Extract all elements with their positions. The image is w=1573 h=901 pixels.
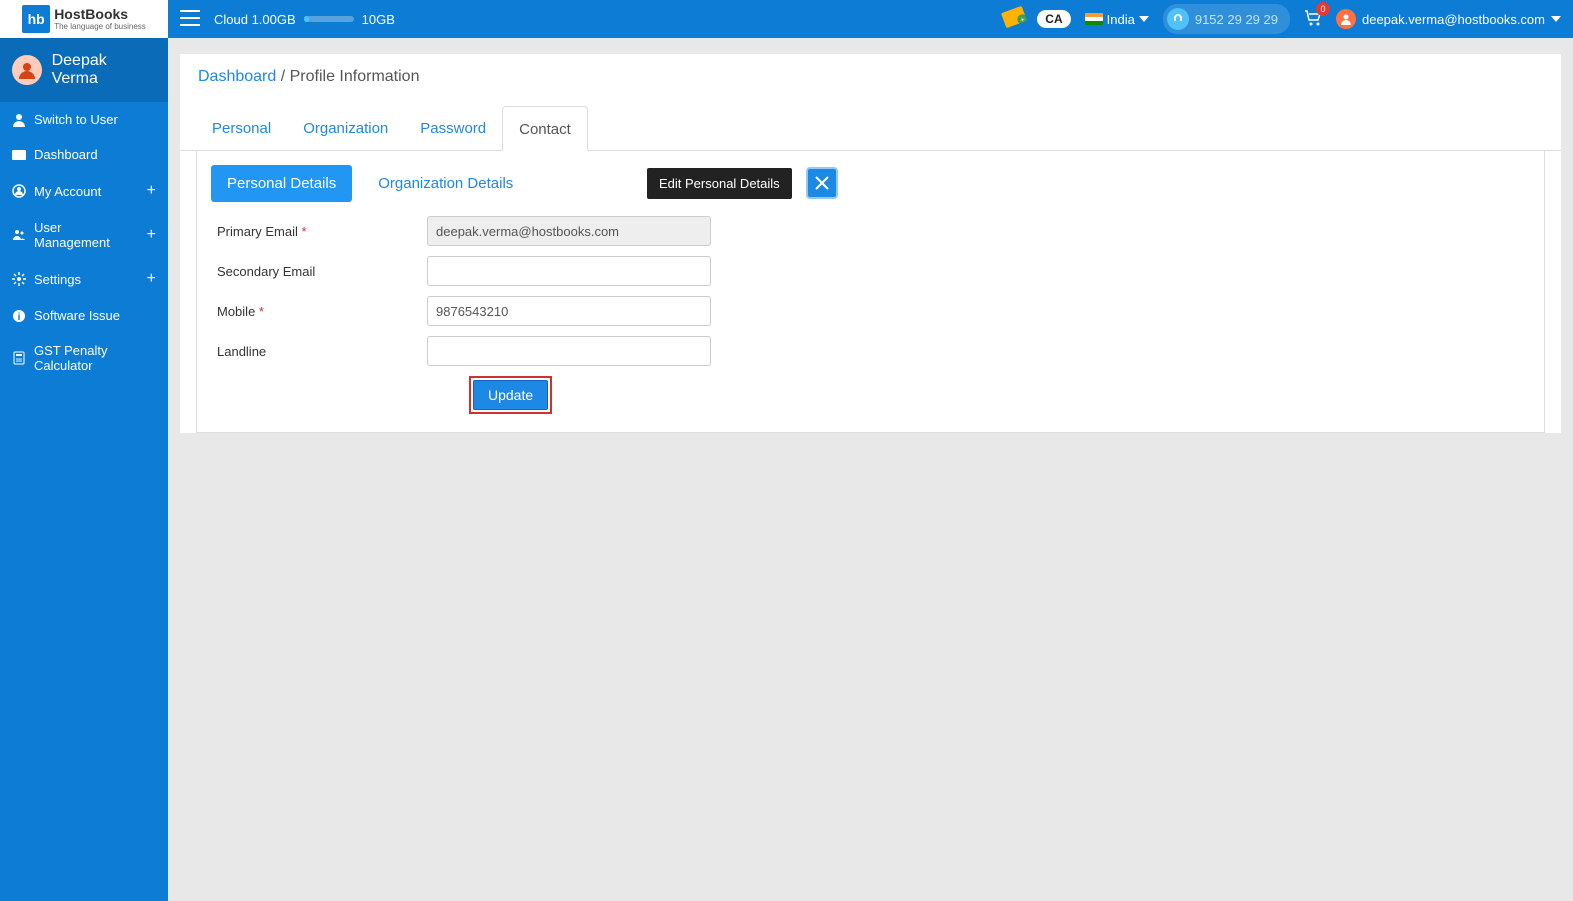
tab-password[interactable]: Password — [404, 106, 502, 150]
logo-mark: hb — [22, 5, 50, 33]
chevron-down-icon — [1139, 16, 1149, 22]
usage-bar — [304, 16, 354, 22]
input-secondary-email[interactable] — [427, 256, 711, 286]
cloud-max-label: 10GB — [362, 12, 395, 27]
logo-tagline: The language of business — [54, 22, 146, 31]
profile-card: Personal Organization Password Contact P… — [180, 100, 1561, 433]
row-secondary-email: Secondary Email — [211, 256, 1530, 286]
update-highlight: Update — [469, 376, 552, 414]
sidebar-item-label: User Management — [34, 220, 139, 250]
country-label: India — [1107, 12, 1135, 27]
ticket-icon[interactable]: + — [1003, 9, 1023, 29]
sidebar-item-label: Settings — [34, 272, 81, 287]
close-edit-button[interactable] — [806, 167, 838, 199]
breadcrumb-sep: / — [276, 68, 289, 85]
label-primary-email: Primary Email * — [217, 224, 427, 239]
user-icon — [12, 113, 26, 127]
breadcrumb: Dashboard / Profile Information — [180, 54, 1561, 100]
ca-badge[interactable]: CA — [1037, 10, 1070, 28]
sidebar-item-label: GST Penalty Calculator — [34, 343, 156, 373]
expand-icon: + — [147, 270, 156, 288]
logo-name: HostBooks — [54, 6, 128, 22]
account-icon — [12, 184, 26, 198]
sidebar-item-label: Switch to User — [34, 112, 118, 127]
avatar-icon — [12, 55, 42, 85]
brand-logo[interactable]: hb HostBooks The language of business — [0, 0, 168, 38]
avatar-icon — [1336, 9, 1356, 29]
label-landline: Landline — [217, 344, 427, 359]
country-selector[interactable]: India — [1085, 12, 1149, 27]
sidebar-item-label: Software Issue — [34, 308, 120, 323]
sidebar-item-switch-user[interactable]: Switch to User — [0, 102, 168, 137]
input-mobile[interactable] — [427, 296, 711, 326]
sidebar-user-name: Deepak Verma — [52, 52, 156, 88]
expand-icon: + — [147, 182, 156, 200]
flag-icon — [1085, 13, 1103, 25]
main-content: Dashboard / Profile Information Personal… — [168, 38, 1573, 901]
tab-contact[interactable]: Contact — [502, 106, 588, 151]
sidebar-item-my-account[interactable]: My Account + — [0, 172, 168, 210]
cart-button[interactable]: 0 — [1304, 10, 1322, 29]
tooltip-edit-personal: Edit Personal Details — [647, 168, 792, 199]
user-email-label: deepak.verma@hostbooks.com — [1362, 12, 1545, 27]
subtab-personal-details[interactable]: Personal Details — [211, 165, 352, 202]
sidebar-item-user-management[interactable]: User Management + — [0, 210, 168, 260]
sidebar-item-settings[interactable]: Settings + — [0, 260, 168, 298]
headset-icon — [1167, 8, 1189, 30]
dashboard-icon — [12, 148, 26, 162]
sidebar-item-software-issue[interactable]: i Software Issue — [0, 298, 168, 333]
contact-panel: Personal Details Organization Details Ed… — [196, 151, 1545, 433]
info-icon: i — [12, 309, 26, 323]
breadcrumb-root-link[interactable]: Dashboard — [198, 68, 276, 85]
sidebar-item-dashboard[interactable]: Dashboard — [0, 137, 168, 172]
row-mobile: Mobile * — [211, 296, 1530, 326]
sidebar-item-label: My Account — [34, 184, 101, 199]
close-icon — [814, 175, 830, 191]
sidebar-item-gst-calculator[interactable]: GST Penalty Calculator — [0, 333, 168, 383]
cart-count-badge: 0 — [1316, 2, 1330, 16]
input-landline[interactable] — [427, 336, 711, 366]
label-secondary-email: Secondary Email — [217, 264, 427, 279]
input-primary-email — [427, 216, 711, 246]
sidebar-item-label: Dashboard — [34, 147, 98, 162]
gear-icon — [12, 272, 26, 286]
update-button[interactable]: Update — [473, 380, 548, 410]
row-primary-email: Primary Email * — [211, 216, 1530, 246]
chevron-down-icon — [1551, 16, 1561, 22]
cloud-used-label: Cloud 1.00GB — [214, 12, 296, 27]
sidebar: Deepak Verma Switch to User Dashboard My… — [0, 38, 168, 901]
expand-icon: + — [147, 226, 156, 244]
edit-tooltip-group: Edit Personal Details — [647, 167, 838, 199]
profile-tabs: Personal Organization Password Contact — [180, 100, 1561, 151]
breadcrumb-current: Profile Information — [290, 68, 420, 85]
subtab-organization-details[interactable]: Organization Details — [362, 165, 529, 202]
users-icon — [12, 228, 26, 242]
svg-text:i: i — [18, 312, 21, 323]
user-menu[interactable]: deepak.verma@hostbooks.com — [1336, 9, 1561, 29]
top-header: hb HostBooks The language of business Cl… — [0, 0, 1573, 38]
support-number: 9152 29 29 29 — [1195, 12, 1278, 27]
label-mobile: Mobile * — [217, 304, 427, 319]
contact-subtabs: Personal Details Organization Details Ed… — [211, 165, 1530, 202]
cloud-usage: Cloud 1.00GB 10GB — [214, 12, 395, 27]
calculator-icon — [12, 351, 26, 365]
sidebar-user[interactable]: Deepak Verma — [0, 38, 168, 102]
tab-organization[interactable]: Organization — [287, 106, 404, 150]
support-phone[interactable]: 9152 29 29 29 — [1163, 4, 1290, 34]
menu-toggle-icon[interactable] — [180, 10, 200, 29]
tab-personal[interactable]: Personal — [196, 106, 287, 150]
row-landline: Landline — [211, 336, 1530, 366]
